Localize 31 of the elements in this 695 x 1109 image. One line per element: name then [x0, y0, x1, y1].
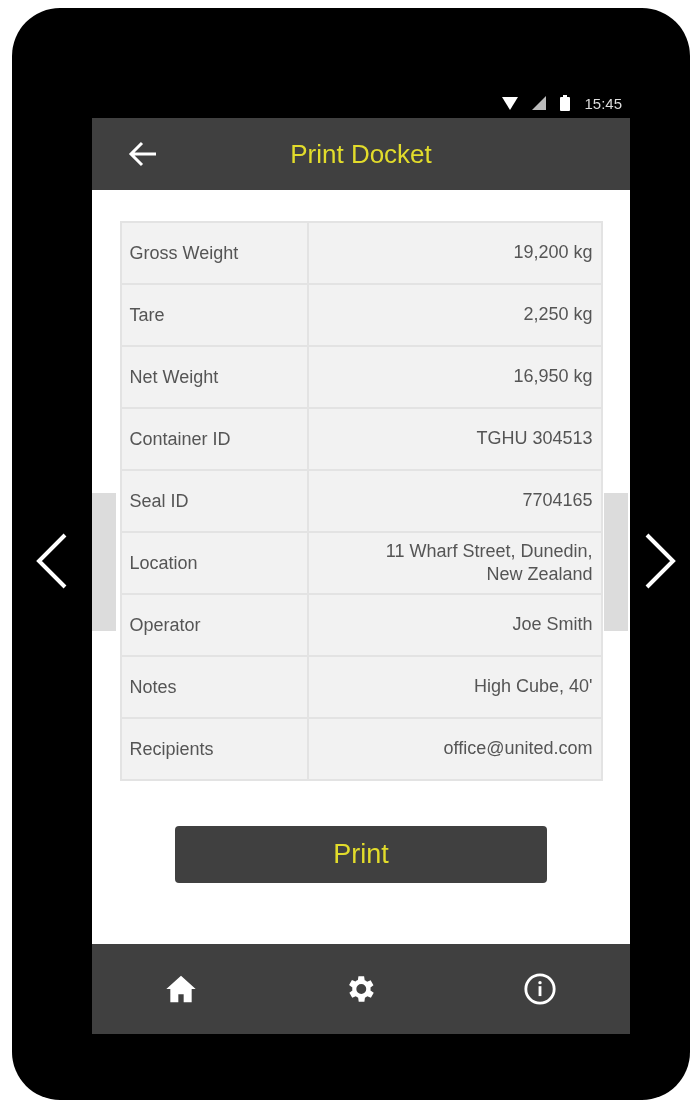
- field-label: Recipients: [120, 718, 308, 780]
- field-label: Location: [120, 532, 308, 594]
- info-icon: [523, 972, 557, 1006]
- previous-arrow-icon[interactable]: [35, 532, 69, 590]
- status-time: 15:45: [584, 94, 622, 112]
- field-value: TGHU 304513: [307, 408, 602, 470]
- field-value: 2,250 kg: [307, 284, 602, 346]
- field-label: Gross Weight: [120, 222, 308, 284]
- field-label: Notes: [120, 656, 308, 718]
- back-button[interactable]: [128, 141, 158, 167]
- field-value: High Cube, 40': [307, 656, 602, 718]
- field-label: Operator: [120, 594, 308, 656]
- field-label: Tare: [120, 284, 308, 346]
- wifi-icon: [502, 96, 519, 110]
- info-tab[interactable]: [523, 972, 557, 1006]
- field-label: Net Weight: [120, 346, 308, 408]
- home-icon: [165, 974, 197, 1004]
- field-label: Seal ID: [120, 470, 308, 532]
- next-arrow-icon[interactable]: [643, 532, 677, 590]
- field-value: 11 Wharf Street, Dunedin, New Zealand: [307, 532, 602, 594]
- field-value: 7704165: [307, 470, 602, 532]
- field-value: office@united.com: [307, 718, 602, 780]
- screen-title: Print Docket: [290, 138, 432, 170]
- print-button[interactable]: Print: [175, 826, 547, 883]
- field-value: 19,200 kg: [307, 222, 602, 284]
- field-value: 16,950 kg: [307, 346, 602, 408]
- field-value: Joe Smith: [307, 594, 602, 656]
- field-label: Container ID: [120, 408, 308, 470]
- signal-icon: [532, 96, 547, 110]
- battery-icon: [560, 95, 571, 111]
- home-tab[interactable]: [165, 974, 197, 1004]
